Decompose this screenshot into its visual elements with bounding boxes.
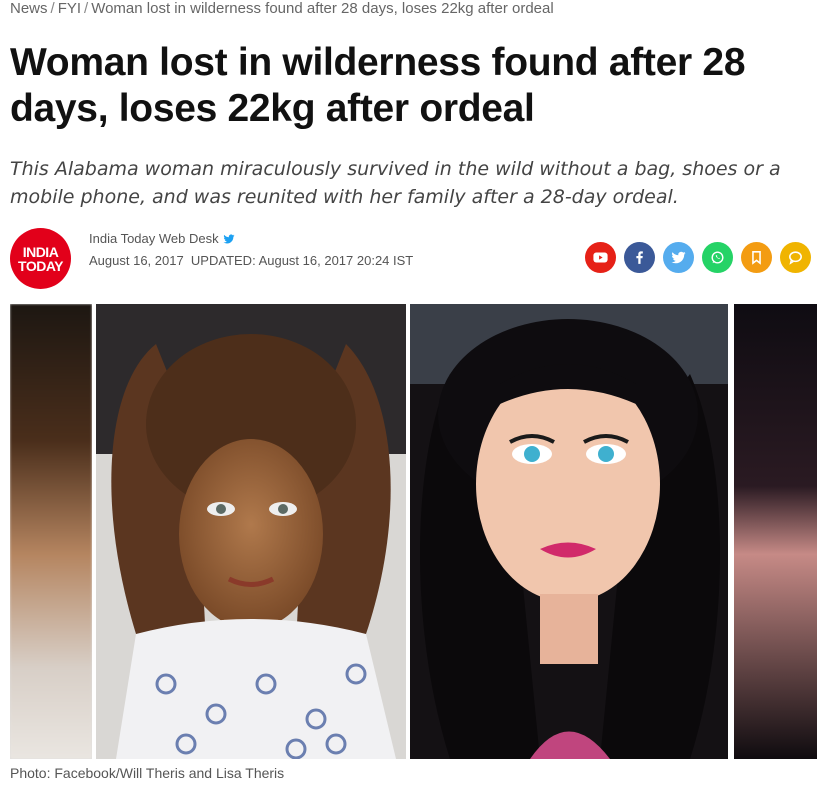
breadcrumb-news[interactable]: News (10, 0, 48, 17)
article-photo[interactable] (10, 304, 817, 759)
photo-panel-before (96, 304, 406, 759)
india-today-logo[interactable]: INDIA TODAY (10, 228, 71, 289)
share-bar (585, 242, 811, 273)
breadcrumb-separator: / (50, 0, 55, 17)
photo-panel-right-blurred (734, 304, 817, 759)
byline: India Today Web Desk August 16, 2017 UPD… (89, 228, 413, 272)
breadcrumb-current: Woman lost in wilderness found after 28 … (91, 0, 554, 17)
logo-text-line2: TODAY (18, 257, 63, 274)
woman-after-illustration (410, 304, 728, 759)
woman-before-illustration (96, 304, 406, 759)
facebook-icon (636, 251, 643, 264)
breadcrumb: News / FYI / Woman lost in wilderness found … (10, 0, 554, 20)
twitter-icon (671, 251, 686, 264)
breadcrumb-separator: / (84, 0, 89, 17)
article-headline: Woman lost in wilderness found after 28 … (10, 41, 746, 130)
whatsapp-icon (711, 251, 724, 264)
youtube-share-button[interactable] (585, 242, 616, 273)
photo-caption: Photo: Facebook/Will Theris and Lisa The… (10, 765, 285, 781)
bookmark-button[interactable] (741, 242, 772, 273)
youtube-icon (593, 252, 608, 263)
comment-icon (789, 251, 802, 265)
whatsapp-share-button[interactable] (702, 242, 733, 273)
author-link[interactable]: India Today Web Desk (89, 228, 219, 250)
publish-dates: August 16, 2017 UPDATED: August 16, 2017… (89, 253, 414, 268)
twitter-bird-icon (223, 234, 235, 244)
photo-panel-left-blurred (10, 304, 92, 759)
breadcrumb-fyi[interactable]: FYI (58, 0, 81, 17)
article-summary: This Alabama woman miraculously survived… (10, 158, 781, 208)
author-row: India Today Web Desk (89, 228, 235, 250)
comment-button[interactable] (780, 242, 811, 273)
twitter-share-button[interactable] (663, 242, 694, 273)
facebook-share-button[interactable] (624, 242, 655, 273)
photo-panel-after (410, 304, 728, 759)
logo-text-line1: INDIA (22, 243, 59, 260)
bookmark-icon (752, 251, 761, 265)
